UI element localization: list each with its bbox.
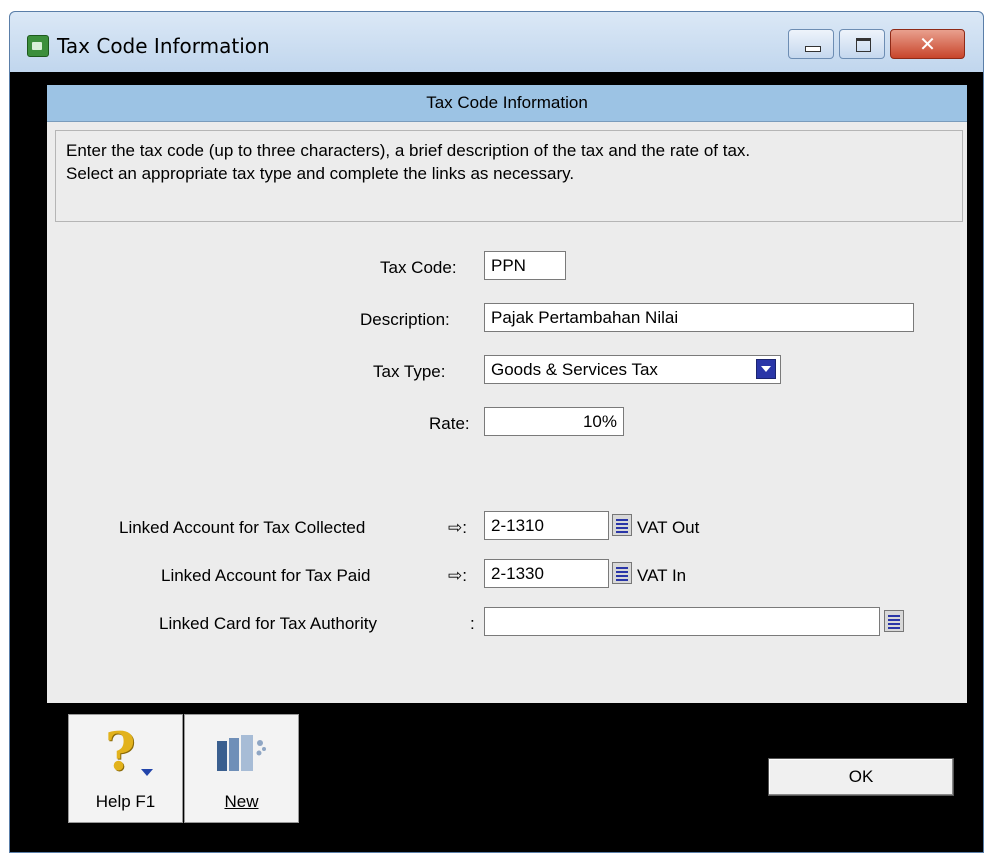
description-input[interactable]: Pajak Pertambahan Nilai — [484, 303, 914, 332]
instruction-line: Enter the tax code (up to three characte… — [66, 141, 751, 160]
help-button-label: Help F1 — [95, 792, 156, 811]
tax-code-label: Tax Code: — [380, 258, 457, 277]
tax-authority-label: Linked Card for Tax Authority — [159, 614, 377, 633]
card-list-icon[interactable] — [884, 610, 904, 632]
help-dropdown-icon — [141, 769, 153, 776]
tax-collected-label: Linked Account for Tax Collected — [119, 518, 366, 537]
tax-collected-arrow-icon[interactable]: ⇨: — [448, 518, 467, 538]
window-title: Tax Code Information — [57, 34, 270, 58]
tax-paid-account-input[interactable]: 2-1330 — [484, 559, 609, 588]
instruction-line: Select an appropriate tax type and compl… — [66, 164, 575, 183]
minimize-button[interactable] — [788, 29, 834, 59]
new-button-label: New — [224, 792, 259, 811]
tax-code-input[interactable]: PPN — [484, 251, 566, 280]
tax-type-value: Goods & Services Tax — [491, 360, 658, 379]
tax-type-select[interactable]: Goods & Services Tax — [484, 355, 781, 384]
help-icon: ? — [105, 722, 136, 783]
tax-paid-arrow-icon[interactable]: ⇨: — [448, 566, 467, 586]
tax-collected-account-input[interactable]: 2-1310 — [484, 511, 609, 540]
rate-input[interactable]: 10% — [484, 407, 624, 436]
close-icon: ✕ — [919, 32, 936, 56]
app-icon — [27, 35, 49, 57]
instructions-box: Enter the tax code (up to three characte… — [55, 130, 963, 222]
new-button[interactable]: New — [184, 714, 299, 823]
help-button[interactable]: ? Help F1 — [68, 714, 183, 823]
maximize-button[interactable] — [839, 29, 885, 59]
tax-authority-input[interactable] — [484, 607, 880, 636]
dropdown-arrow-icon[interactable] — [756, 359, 776, 379]
minimize-icon — [805, 46, 821, 52]
account-list-icon[interactable] — [612, 514, 632, 536]
ok-button[interactable]: OK — [768, 758, 954, 796]
form-panel: Tax Code Information Enter the tax code … — [47, 85, 967, 703]
description-label: Description: — [360, 310, 450, 329]
tax-collected-account-name: VAT Out — [637, 518, 700, 537]
tax-paid-label: Linked Account for Tax Paid — [161, 566, 371, 585]
panel-header: Tax Code Information — [47, 85, 967, 122]
new-card-icon — [217, 735, 266, 771]
tax-authority-colon: : — [470, 614, 475, 633]
rate-label: Rate: — [429, 414, 470, 433]
account-list-icon[interactable] — [612, 562, 632, 584]
maximize-icon — [856, 38, 871, 52]
tax-type-label: Tax Type: — [373, 362, 446, 381]
tax-paid-account-name: VAT In — [637, 566, 687, 585]
close-button[interactable]: ✕ — [890, 29, 965, 59]
